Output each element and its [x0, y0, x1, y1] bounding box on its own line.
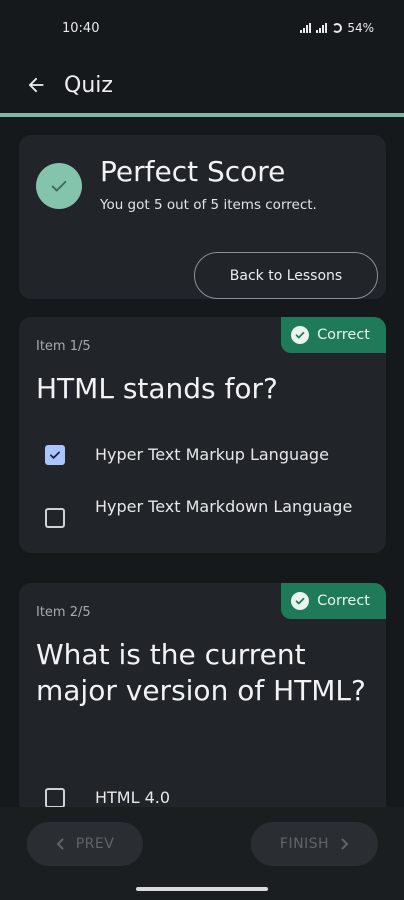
option-item[interactable]: Hyper Text Markup Language	[45, 441, 375, 468]
score-summary-card: Perfect Score You got 5 out of 5 items c…	[19, 135, 386, 299]
correct-badge: Correct	[281, 583, 386, 619]
battery-percent: 54%	[347, 21, 374, 35]
wifi-signal-icon	[300, 23, 312, 33]
prev-button[interactable]: PREV	[27, 822, 143, 866]
checkbox[interactable]	[45, 508, 65, 528]
back-to-lessons-button[interactable]: Back to Lessons	[194, 252, 378, 299]
app-bar: Quiz	[0, 56, 404, 114]
score-subtitle: You got 5 out of 5 items correct.	[100, 197, 317, 213]
badge-label: Correct	[317, 593, 370, 609]
back-button[interactable]	[22, 71, 50, 99]
check-icon	[50, 451, 60, 459]
option-label: HTML 4.0	[95, 788, 171, 807]
finish-button[interactable]: FINISH	[251, 822, 378, 866]
question-text: HTML stands for?	[36, 372, 278, 405]
checkbox-checked[interactable]	[45, 445, 65, 465]
check-circle-icon	[291, 326, 310, 344]
question-card: Correct Item 1/5 HTML stands for? Hyper …	[19, 317, 386, 553]
badge-label: Correct	[317, 327, 370, 343]
question-text: What is the current major version of HTM…	[36, 638, 366, 707]
status-time: 10:40	[62, 20, 100, 36]
item-label: Item 2/5	[36, 605, 91, 620]
prev-label: PREV	[75, 836, 115, 852]
status-bar: 10:40 54%	[0, 0, 404, 56]
status-indicators: 54%	[300, 21, 374, 35]
arrow-left-icon	[28, 77, 44, 93]
checkbox[interactable]	[45, 788, 65, 807]
option-label: Hyper Text Markup Language	[95, 445, 329, 464]
chevron-left-icon	[56, 838, 64, 850]
bottom-nav-bar: PREV FINISH	[0, 807, 404, 900]
cell-signal-icon	[316, 23, 328, 33]
battery-icon	[332, 23, 343, 33]
item-label: Item 1/5	[36, 339, 91, 354]
option-label: Hyper Text Markdown Language	[95, 497, 353, 516]
page-title: Quiz	[64, 72, 113, 98]
finish-label: FINISH	[279, 836, 330, 852]
home-indicator[interactable]	[136, 887, 268, 891]
quiz-results-scroll[interactable]: Perfect Score You got 5 out of 5 items c…	[0, 117, 404, 807]
score-title: Perfect Score	[100, 155, 286, 188]
check-icon	[36, 163, 82, 209]
correct-badge: Correct	[281, 317, 386, 353]
question-card: Correct Item 2/5 What is the current maj…	[19, 583, 386, 807]
check-circle-icon	[291, 592, 310, 610]
chevron-right-icon	[341, 838, 349, 850]
option-item[interactable]: HTML 4.0	[45, 784, 375, 807]
option-item[interactable]: Hyper Text Markdown Language	[45, 493, 375, 528]
